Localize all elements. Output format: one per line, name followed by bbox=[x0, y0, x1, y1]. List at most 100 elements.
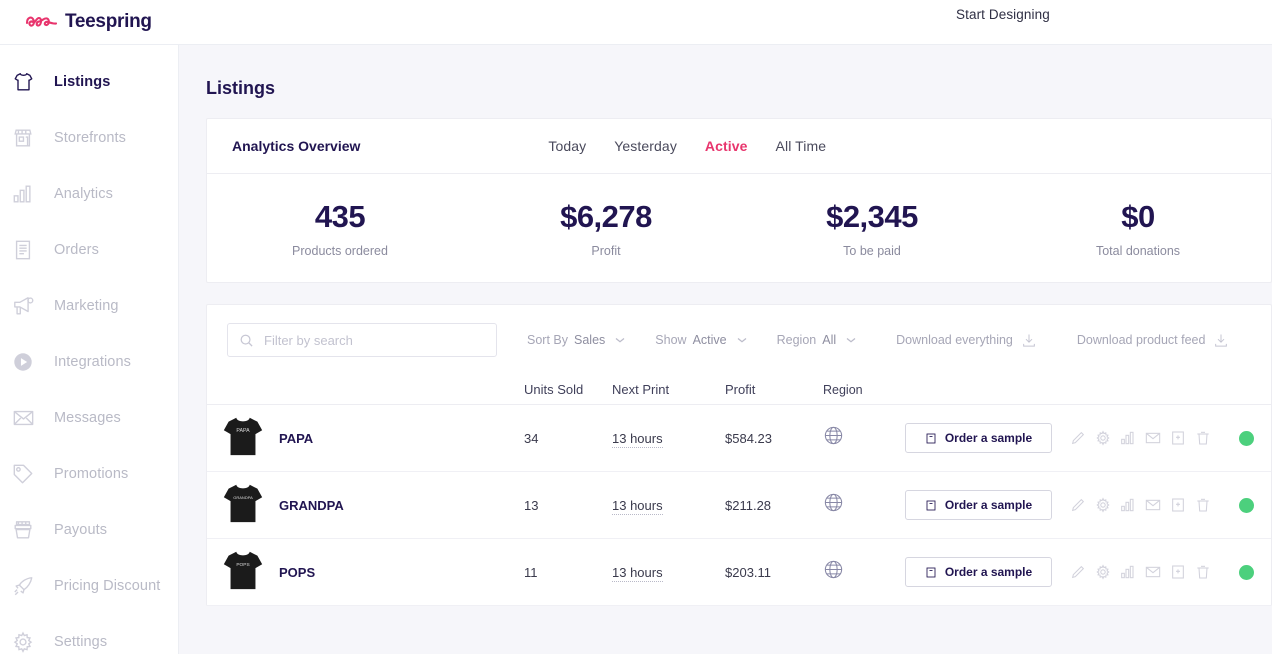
main-content: Listings Analytics Overview Today Yester… bbox=[179, 45, 1272, 654]
region-dropdown[interactable]: Region All bbox=[777, 333, 857, 347]
stat-label: Total donations bbox=[1095, 243, 1181, 258]
product-name: GRANDPA bbox=[279, 497, 344, 513]
download-icon bbox=[1023, 334, 1035, 347]
sidebar-label: Analytics bbox=[54, 186, 113, 202]
brand-logo[interactable]: Teespring bbox=[25, 11, 152, 33]
units-sold-value: 34 bbox=[524, 430, 539, 446]
order-a-sample-button[interactable]: Order a sample bbox=[905, 423, 1052, 453]
order-a-sample-label: Order a sample bbox=[944, 565, 1033, 579]
sidebar-label: Payouts bbox=[54, 522, 108, 538]
stat-value: $0 bbox=[1121, 198, 1155, 234]
envelope-icon[interactable] bbox=[1145, 430, 1161, 446]
show-label: Show bbox=[655, 333, 687, 347]
table-row[interactable]: GRANDPA GRANDPA 13 13 hours $211.28 Orde… bbox=[207, 472, 1271, 539]
tab-all-time[interactable]: All Time bbox=[762, 138, 841, 154]
sidebar-item-marketing[interactable]: Marketing bbox=[0, 291, 178, 321]
tab-active[interactable]: Active bbox=[691, 138, 762, 154]
analytics-tabs: Today Yesterday Active All Time bbox=[534, 138, 840, 154]
globe-icon bbox=[824, 560, 843, 579]
order-a-sample-button[interactable]: Order a sample bbox=[905, 490, 1052, 520]
search-input[interactable] bbox=[264, 332, 485, 348]
order-a-sample-label: Order a sample bbox=[944, 498, 1033, 512]
show-dropdown[interactable]: Show Active bbox=[655, 333, 747, 347]
product-name: POPS bbox=[279, 564, 316, 580]
region-cell[interactable] bbox=[823, 425, 905, 451]
sidebar-label: Settings bbox=[54, 634, 108, 650]
trash-icon[interactable] bbox=[1195, 430, 1211, 446]
tab-today[interactable]: Today bbox=[534, 138, 600, 154]
order-sample-cell: Order a sample bbox=[905, 557, 1070, 587]
col-region: Region bbox=[823, 382, 863, 397]
sidebar-item-pricing-discount[interactable]: Pricing Discount bbox=[0, 571, 178, 601]
sidebar-label: Listings bbox=[54, 74, 111, 90]
page-title: Listings bbox=[206, 78, 276, 98]
envelope-icon[interactable] bbox=[1145, 564, 1161, 580]
sidebar-item-storefronts[interactable]: Storefronts bbox=[0, 123, 178, 153]
search-box[interactable] bbox=[227, 323, 497, 357]
pencil-icon[interactable] bbox=[1070, 497, 1086, 513]
sidebar-item-messages[interactable]: Messages bbox=[0, 403, 178, 433]
sidebar: Listings Storefronts Analytics Orders Ma… bbox=[0, 45, 179, 654]
duplicate-icon[interactable] bbox=[1170, 430, 1186, 446]
tab-yesterday[interactable]: Yesterday bbox=[600, 138, 691, 154]
chevron-down-icon bbox=[615, 337, 625, 343]
tshirt-thumbnail-icon: POPS bbox=[223, 551, 263, 589]
envelope-icon bbox=[8, 405, 38, 431]
row-action-icons bbox=[1070, 497, 1271, 513]
bar-chart-icon[interactable] bbox=[1120, 497, 1136, 513]
stat-profit: $6,278 Profit bbox=[473, 199, 739, 258]
table-row[interactable]: PAPA PAPA 34 13 hours $584.23 Order a sa… bbox=[207, 405, 1271, 472]
sidebar-label: Integrations bbox=[54, 354, 131, 370]
product-thumbnail[interactable]: PAPA bbox=[207, 413, 279, 464]
sidebar-item-settings[interactable]: Settings bbox=[0, 627, 178, 654]
chevron-down-icon bbox=[846, 337, 856, 343]
sidebar-label: Pricing Discount bbox=[54, 578, 161, 594]
region-cell[interactable] bbox=[823, 559, 905, 585]
profit-value: $584.23 bbox=[725, 430, 772, 446]
col-profit: Profit bbox=[725, 382, 756, 397]
stat-to-be-paid: $2,345 To be paid bbox=[739, 199, 1005, 258]
sidebar-label: Marketing bbox=[54, 298, 119, 314]
next-print-value: 13 hours bbox=[612, 564, 663, 582]
bar-chart-icon[interactable] bbox=[1120, 430, 1136, 446]
trash-icon[interactable] bbox=[1195, 497, 1211, 513]
sidebar-item-integrations[interactable]: Integrations bbox=[0, 347, 178, 377]
gear-icon[interactable] bbox=[1095, 564, 1111, 580]
download-product-feed-button[interactable]: Download product feed bbox=[1077, 332, 1230, 349]
globe-icon bbox=[824, 493, 843, 512]
profit-value: $211.28 bbox=[725, 497, 772, 513]
table-row[interactable]: POPS POPS 11 13 hours $203.11 Order a sa… bbox=[207, 539, 1271, 606]
start-designing-link[interactable]: Start Designing bbox=[956, 7, 1050, 22]
megaphone-icon bbox=[8, 293, 38, 319]
sidebar-item-analytics[interactable]: Analytics bbox=[0, 179, 178, 209]
sort-by-dropdown[interactable]: Sort By Sales bbox=[527, 333, 625, 347]
trash-icon[interactable] bbox=[1195, 564, 1211, 580]
order-a-sample-button[interactable]: Order a sample bbox=[905, 557, 1052, 587]
globe-icon bbox=[824, 426, 843, 445]
pencil-icon[interactable] bbox=[1070, 430, 1086, 446]
sidebar-label: Storefronts bbox=[54, 130, 127, 146]
profit-value: $203.11 bbox=[725, 564, 772, 580]
duplicate-icon[interactable] bbox=[1170, 564, 1186, 580]
sidebar-item-listings[interactable]: Listings bbox=[0, 67, 178, 97]
product-thumbnail[interactable]: POPS bbox=[207, 547, 279, 598]
gear-icon[interactable] bbox=[1095, 497, 1111, 513]
sidebar-item-promotions[interactable]: Promotions bbox=[0, 459, 178, 489]
product-thumbnail[interactable]: GRANDPA bbox=[207, 480, 279, 531]
bar-chart-icon[interactable] bbox=[1120, 564, 1136, 580]
status-badge bbox=[1239, 564, 1254, 580]
sidebar-item-orders[interactable]: Orders bbox=[0, 235, 178, 265]
stat-label: Profit bbox=[591, 243, 621, 258]
sidebar-item-payouts[interactable]: Payouts bbox=[0, 515, 178, 545]
region-cell[interactable] bbox=[823, 492, 905, 518]
download-everything-button[interactable]: Download everything bbox=[896, 332, 1037, 349]
duplicate-icon[interactable] bbox=[1170, 497, 1186, 513]
status-badge bbox=[1239, 497, 1254, 513]
stat-label: To be paid bbox=[843, 243, 901, 258]
sort-by-value: Sales bbox=[574, 333, 606, 347]
sidebar-label: Promotions bbox=[54, 466, 129, 482]
envelope-icon[interactable] bbox=[1145, 497, 1161, 513]
pencil-icon[interactable] bbox=[1070, 564, 1086, 580]
stat-products-ordered: 435 Products ordered bbox=[207, 199, 473, 258]
gear-icon[interactable] bbox=[1095, 430, 1111, 446]
